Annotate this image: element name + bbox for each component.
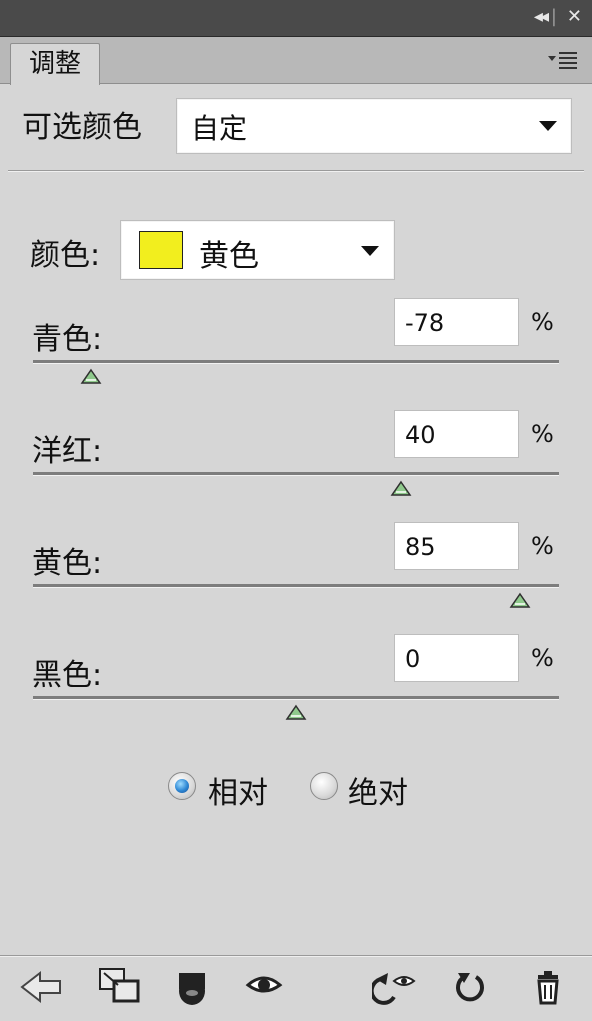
magenta-slider-thumb[interactable]: [390, 480, 412, 498]
yellow-slider-track[interactable]: [33, 584, 559, 588]
relative-label[interactable]: 相对: [208, 768, 268, 812]
close-icon[interactable]: ✕: [567, 6, 582, 28]
cyan-slider-thumb[interactable]: [80, 368, 102, 386]
color-swatch: [139, 231, 183, 269]
trash-icon[interactable]: [526, 963, 574, 1011]
slider-label-yellow: 黄色:: [32, 546, 103, 581]
bottom-toolbar: [0, 957, 592, 1021]
absolute-label[interactable]: 绝对: [348, 768, 408, 812]
percent-label: %: [531, 420, 554, 448]
absolute-radio[interactable]: [310, 772, 338, 800]
adjustment-type-label: 可选颜色: [22, 110, 142, 145]
slider-label-black: 黑色:: [32, 658, 103, 693]
relative-radio[interactable]: [168, 772, 196, 800]
cyan-slider-track[interactable]: [33, 360, 559, 364]
preset-value: 自定: [191, 112, 248, 145]
colors-label: 颜色:: [30, 238, 101, 273]
tab-adjustments[interactable]: 调整: [10, 43, 100, 85]
section-divider: [8, 170, 584, 172]
title-bar-divider: |: [550, 6, 557, 27]
reset-default-icon[interactable]: [448, 963, 496, 1011]
visibility-eye-icon[interactable]: [242, 963, 290, 1011]
tab-strip: 调整: [0, 37, 592, 85]
slider-label-cyan: 青色:: [32, 322, 103, 357]
magenta-input[interactable]: 40: [394, 410, 519, 458]
panel-menu-icon[interactable]: [548, 49, 578, 76]
clip-layer-icon[interactable]: [170, 963, 218, 1011]
cyan-input[interactable]: -78: [394, 298, 519, 346]
panel-title-bar: ◂◂ | ✕: [0, 0, 592, 37]
magenta-slider-track[interactable]: [33, 472, 559, 476]
percent-label: %: [531, 644, 554, 672]
yellow-input[interactable]: 85: [394, 522, 519, 570]
percent-label: %: [531, 308, 554, 336]
percent-label: %: [531, 532, 554, 560]
chevron-down-icon: [361, 246, 379, 256]
preset-dropdown[interactable]: 自定: [176, 98, 572, 154]
chevron-down-icon: [539, 121, 557, 131]
black-slider-thumb[interactable]: [285, 704, 307, 722]
yellow-slider-thumb[interactable]: [509, 592, 531, 610]
slider-label-magenta: 洋红:: [32, 434, 103, 469]
method-radio-group: 相对 绝对: [0, 766, 592, 811]
double-arrow-icon[interactable]: ◂◂: [534, 6, 549, 28]
colors-value: 黄色: [199, 239, 259, 274]
colors-dropdown[interactable]: 黄色: [120, 220, 395, 280]
black-input[interactable]: 0: [394, 634, 519, 682]
back-arrow-icon[interactable]: [18, 963, 66, 1011]
expand-view-icon[interactable]: [96, 963, 144, 1011]
black-slider-track[interactable]: [33, 696, 559, 700]
reset-previous-icon[interactable]: [372, 963, 420, 1011]
